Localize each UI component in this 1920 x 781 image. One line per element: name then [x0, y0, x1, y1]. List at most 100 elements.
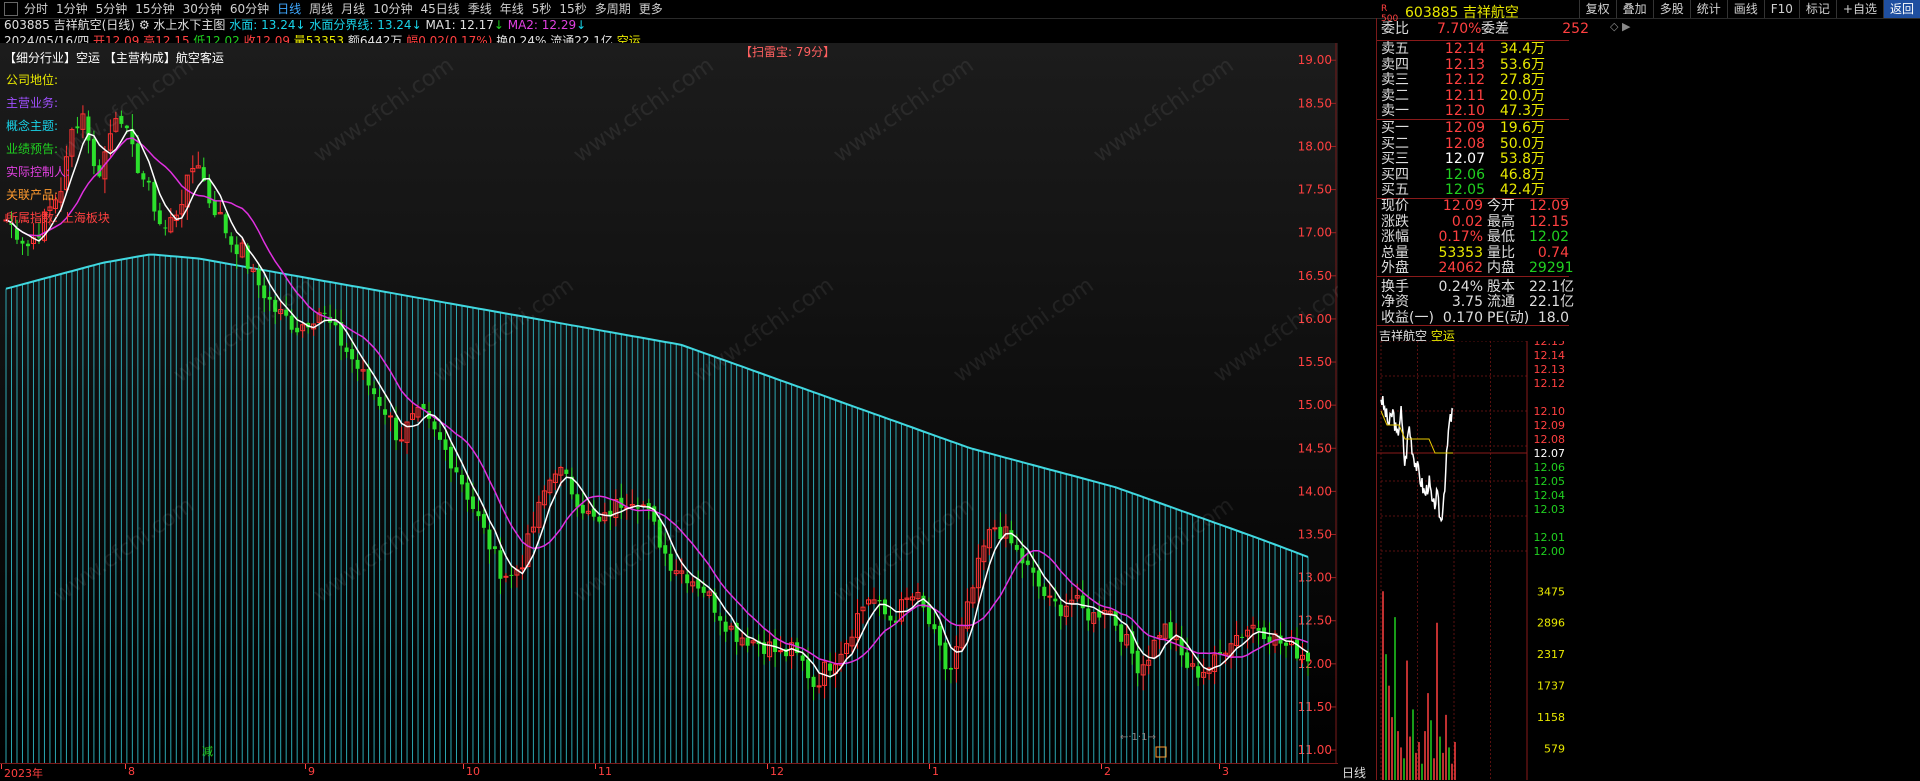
settings-icon[interactable]: ⚙	[139, 18, 154, 32]
stat-row-1: 涨跌 0.02 最高 12.15	[1381, 213, 1577, 230]
tab-9[interactable]: 10分钟	[369, 0, 416, 18]
candle-body-down	[289, 315, 294, 330]
kline-chart[interactable]: 19.0018.5018.0017.5017.0016.5016.0015.50…	[0, 43, 1338, 763]
candle-body-down	[207, 180, 212, 204]
tab-1[interactable]: 1分钟	[52, 0, 92, 18]
tab-2[interactable]: 5分钟	[92, 0, 132, 18]
indicator-name[interactable]: 水上水下主图	[153, 18, 225, 32]
stat-label: 量比	[1487, 244, 1515, 261]
tab-15[interactable]: 多周期	[591, 0, 635, 18]
intraday-chart[interactable]: 12.1512.1412.1312.12 12.1012.0912.0812.07…	[1377, 341, 1569, 780]
toolbar-button-8[interactable]: 返回	[1882, 0, 1920, 18]
candle-body-down	[1042, 586, 1047, 597]
candle-body-down	[1284, 642, 1289, 646]
bid-book: 买一 12.09 19.6万 买二 12.08 50.0万 买三 12.07 53.8万 买四 12…	[1377, 121, 1577, 201]
toolbar-button-0[interactable]: 复权	[1578, 0, 1616, 18]
mini-price-tick: 12.09	[1534, 419, 1566, 432]
month-tick	[1101, 764, 1102, 769]
tab-8[interactable]: 月线	[337, 0, 369, 18]
stat-label: 股本	[1487, 278, 1515, 295]
tab-0[interactable]: 分时	[20, 0, 52, 18]
candle-body-down	[481, 514, 486, 528]
tab-4[interactable]: 30分钟	[179, 0, 226, 18]
row-volume: 42.4万	[1499, 182, 1545, 198]
mini-price-tick: 12.00	[1534, 545, 1566, 558]
mini-price-tick: 12.03	[1534, 503, 1566, 516]
menu-icon[interactable]	[4, 2, 18, 16]
candle-body-down	[1086, 608, 1091, 621]
row-price: 12.14	[1444, 41, 1485, 57]
tab-13[interactable]: 5秒	[528, 0, 556, 18]
candle-body-down	[1025, 560, 1030, 565]
tab-10[interactable]: 45日线	[416, 0, 463, 18]
candle-body-down	[470, 496, 475, 510]
stat-label: 收益(一)	[1381, 309, 1434, 326]
candle-body-down	[432, 421, 437, 430]
tab-11[interactable]: 季线	[464, 0, 496, 18]
candle-body-down	[932, 624, 937, 630]
candle-body-up	[503, 575, 509, 578]
candle-body-down	[377, 396, 382, 406]
candle-body-down	[223, 214, 228, 234]
candle-body-down	[234, 244, 239, 255]
row-label: 卖四	[1381, 56, 1409, 73]
candle-body-down	[344, 347, 349, 352]
tab-14[interactable]: 15秒	[555, 0, 590, 18]
candle-body-up	[388, 415, 394, 418]
stat-row-2: 涨幅 0.17% 最低 12.02	[1381, 230, 1577, 245]
tab-16[interactable]: 更多	[635, 0, 667, 18]
candle-body-down	[163, 227, 168, 229]
candle-body-down	[1009, 530, 1014, 544]
candle-body-down	[828, 663, 833, 671]
candle-body-down	[157, 210, 162, 225]
candle-body-down	[998, 526, 1003, 540]
candle-body-down	[723, 621, 728, 632]
tab-6[interactable]: 日线	[273, 0, 305, 18]
month-label: 2	[1104, 765, 1111, 778]
ask-row-3: 卖二 12.11 20.0万	[1381, 87, 1545, 104]
month-tick	[1219, 764, 1220, 769]
month-label: 9	[308, 765, 315, 778]
toolbar-button-6[interactable]: 标记	[1798, 0, 1836, 18]
candle-body-down	[806, 659, 811, 679]
tab-12[interactable]: 年线	[496, 0, 528, 18]
stat-value: 22.1亿	[1529, 278, 1575, 295]
candle-body-down	[141, 173, 146, 180]
toolbar-button-4[interactable]: 画线	[1726, 0, 1764, 18]
candle-body-down	[509, 574, 514, 576]
y-tick-label: 15.00	[1298, 398, 1332, 412]
toolbar-button-1[interactable]: 叠加	[1615, 0, 1653, 18]
row-price: 12.09	[1444, 120, 1485, 136]
stat-row-4: 外盘 24062 内盘 29291	[1381, 261, 1577, 276]
candle-body-down	[800, 655, 805, 661]
candle-body-down	[212, 200, 217, 216]
down-arrow-icon: ↓	[493, 18, 508, 32]
down-arrow-icon: ↓	[576, 18, 587, 32]
row-price: 12.06	[1444, 166, 1485, 183]
candle-body-down	[459, 474, 464, 485]
candle-body-down	[492, 546, 497, 549]
row-price: 12.07	[1444, 151, 1485, 167]
stat-label: PE(动)	[1487, 309, 1530, 326]
stat-value: 12.02	[1529, 229, 1570, 245]
stat-value: 0.02	[1451, 213, 1483, 230]
candle-body-down	[454, 467, 459, 473]
tab-3[interactable]: 15分钟	[131, 0, 178, 18]
toolbar-button-3[interactable]: 统计	[1689, 0, 1727, 18]
toolbar-button-2[interactable]: 多股	[1652, 0, 1690, 18]
tab-7[interactable]: 周线	[305, 0, 337, 18]
candle-body-down	[943, 642, 948, 670]
toolbar-button-7[interactable]: +自选	[1835, 0, 1883, 18]
bid-row-1: 买二 12.08 50.0万	[1381, 136, 1545, 152]
down-arrow-icon: ↓	[295, 18, 310, 32]
row-price: 12.11	[1444, 87, 1485, 104]
stat-label: 外盘	[1381, 260, 1409, 276]
tab-5[interactable]: 60分钟	[226, 0, 273, 18]
stock-name: 吉祥航空	[1462, 5, 1519, 21]
candle-body-down	[322, 312, 327, 314]
y-tick-label: 18.00	[1298, 139, 1332, 153]
y-tick-label: 15.50	[1298, 355, 1332, 369]
toolbar-button-5[interactable]: F10	[1763, 0, 1799, 18]
row-label: 买五	[1381, 182, 1409, 198]
month-tick	[1, 764, 2, 769]
